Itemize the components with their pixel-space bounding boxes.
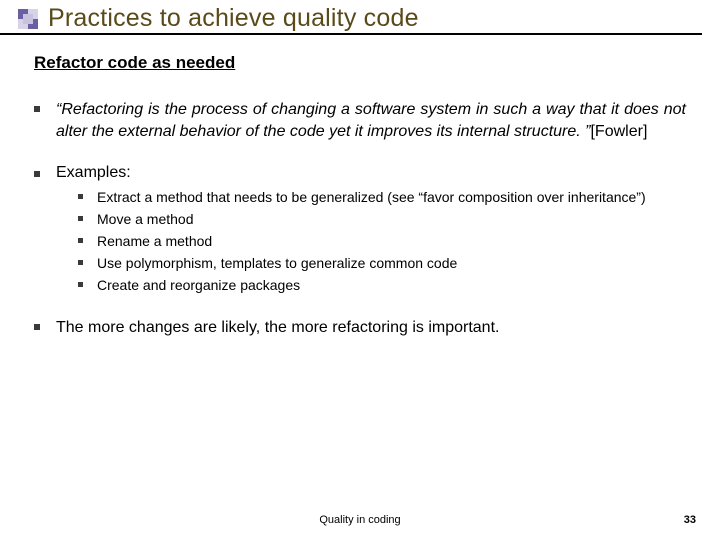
nested-item: Rename a method: [78, 232, 686, 251]
square-bullet-icon: [78, 260, 83, 265]
nested-text: Rename a method: [97, 232, 212, 251]
bullet-item: Examples:: [34, 164, 686, 182]
nested-item: Use polymorphism, templates to generaliz…: [78, 254, 686, 273]
subtitle: Refactor code as needed: [34, 53, 686, 73]
slide-title: Practices to achieve quality code: [48, 4, 419, 33]
slide-content: Refactor code as needed “Refactoring is …: [0, 35, 720, 338]
bullet-item: The more changes are likely, the more re…: [34, 317, 686, 339]
bullet-item: “Refactoring is the process of changing …: [34, 99, 686, 142]
footer: Quality in coding: [0, 514, 720, 526]
square-bullet-icon: [34, 324, 40, 330]
nested-item: Create and reorganize packages: [78, 276, 686, 295]
square-bullet-icon: [78, 238, 83, 243]
bullet-label: Examples:: [56, 164, 131, 182]
nested-text: Use polymorphism, templates to generaliz…: [97, 254, 457, 273]
bullet-text: The more changes are likely, the more re…: [56, 317, 499, 339]
nested-text: Extract a method that needs to be genera…: [97, 188, 646, 207]
nested-text: Move a method: [97, 210, 194, 229]
nested-item: Extract a method that needs to be genera…: [78, 188, 686, 207]
page-number: 33: [684, 514, 696, 526]
title-bullet-icon: [18, 9, 38, 29]
bullet-text: “Refactoring is the process of changing …: [56, 99, 686, 142]
attribution-text: [Fowler]: [590, 123, 647, 140]
square-bullet-icon: [34, 106, 40, 112]
square-bullet-icon: [78, 282, 83, 287]
square-bullet-icon: [34, 171, 40, 177]
nested-text: Create and reorganize packages: [97, 276, 300, 295]
footer-text: Quality in coding: [319, 514, 400, 526]
square-bullet-icon: [78, 194, 83, 199]
nested-list: Extract a method that needs to be genera…: [34, 188, 686, 294]
title-bar: Practices to achieve quality code: [0, 0, 702, 35]
nested-item: Move a method: [78, 210, 686, 229]
square-bullet-icon: [78, 216, 83, 221]
